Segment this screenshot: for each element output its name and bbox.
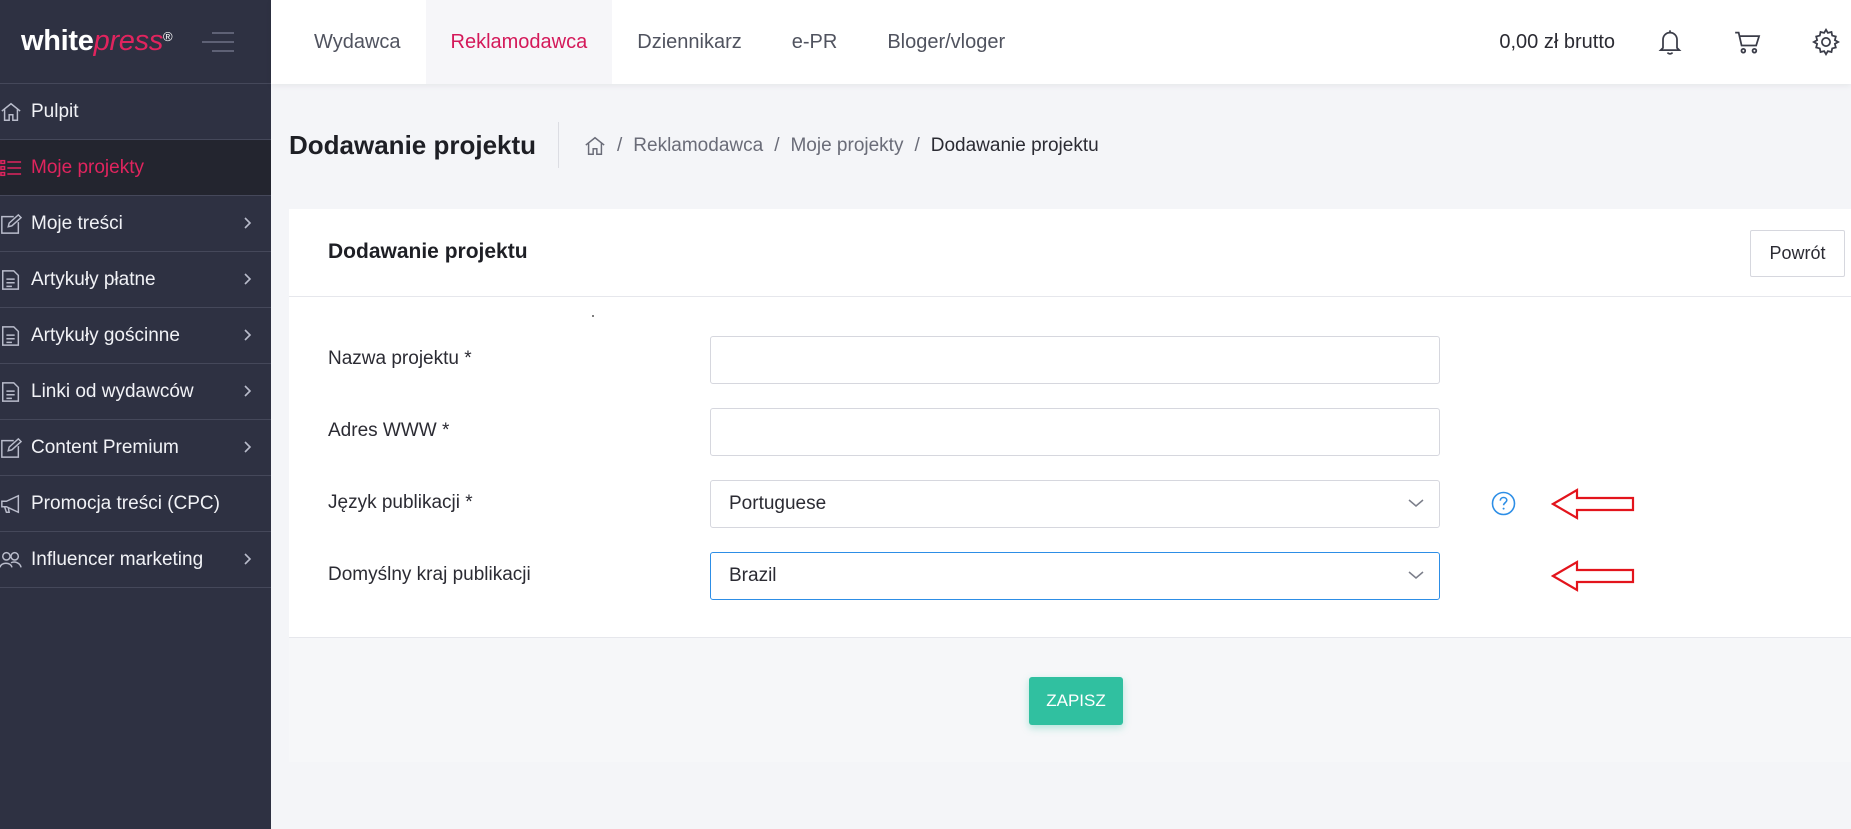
sidebar-item-label: Promocja treści (CPC) — [31, 492, 220, 514]
home-icon[interactable] — [584, 135, 606, 157]
sidebar-item-moje-tresci[interactable]: Moje treści — [0, 196, 271, 252]
country-label: Domyślny kraj publikacji — [328, 564, 531, 585]
breadcrumb-item-reklamodawca[interactable]: Reklamodawca — [633, 135, 763, 157]
tab-reklamodawca[interactable]: Reklamodawca — [425, 0, 613, 84]
back-button[interactable]: Powrót — [1750, 230, 1845, 277]
bell-icon[interactable] — [1655, 27, 1685, 57]
list-icon — [0, 157, 30, 179]
form-row-website: Adres WWW * — [289, 408, 1851, 456]
project-form-card: Dodawanie projektu Powrót Nazwa projektu… — [289, 209, 1851, 762]
page-title: Dodawanie projektu — [289, 130, 537, 160]
country-select[interactable]: Brazil — [710, 552, 1440, 600]
form-row-language: Język publikacji * Portuguese — [289, 480, 1851, 528]
chevron-right-icon — [244, 553, 252, 565]
card-header: Dodawanie projektu Powrót — [289, 209, 1851, 297]
home-icon — [0, 101, 30, 123]
sidebar-item-label: Artykuły płatne — [31, 268, 156, 290]
annotation-arrow-icon — [1551, 560, 1635, 592]
chevron-right-icon — [244, 217, 252, 229]
megaphone-icon — [0, 493, 30, 515]
chevron-down-icon — [1408, 571, 1424, 579]
chevron-down-icon — [1408, 499, 1424, 507]
annotation-arrow-icon — [1551, 488, 1635, 520]
help-icon[interactable] — [1491, 491, 1516, 516]
sidebar-item-influencer-marketing[interactable]: Influencer marketing — [0, 532, 271, 588]
sidebar-item-artykuly-goscinne[interactable]: Artykuły gościnne — [0, 308, 271, 364]
sidebar-item-label: Content Premium — [31, 436, 179, 458]
card-title: Dodawanie projektu — [328, 240, 528, 263]
website-input[interactable] — [710, 408, 1440, 456]
logo[interactable]: whitepress® — [21, 25, 173, 58]
sidebar-item-promocja-tresci[interactable]: Promocja treści (CPC) — [0, 476, 271, 532]
top-right: 0,00 zł brutto — [1499, 0, 1851, 84]
top-bar: Wydawca Reklamodawca Dziennikarz e-PR Bl… — [271, 0, 1851, 84]
users-icon — [0, 549, 30, 571]
title-divider — [558, 122, 559, 168]
account-balance[interactable]: 0,00 zł brutto — [1499, 31, 1615, 54]
breadcrumb-item-moje-projekty[interactable]: Moje projekty — [790, 135, 903, 157]
country-select-value: Brazil — [729, 565, 777, 586]
breadcrumb: / Reklamodawca / Moje projekty / Dodawan… — [584, 135, 1099, 157]
save-button[interactable]: ZAPISZ — [1029, 677, 1123, 725]
project-name-input[interactable] — [710, 336, 1440, 384]
sidebar-item-linki-od-wydawcow[interactable]: Linki od wydawców — [0, 364, 271, 420]
language-select[interactable]: Portuguese — [710, 480, 1440, 528]
tab-dziennikarz[interactable]: Dziennikarz — [612, 0, 766, 84]
sidebar: whitepress® Pulpit Moje projekty Moje tr… — [0, 0, 271, 829]
breadcrumb-item-current: Dodawanie projektu — [930, 135, 1099, 156]
website-label: Adres WWW * — [328, 420, 450, 441]
logo-bar: whitepress® — [0, 0, 271, 84]
sidebar-item-pulpit[interactable]: Pulpit — [0, 84, 271, 140]
sidebar-item-label: Pulpit — [31, 100, 79, 122]
top-nav: Wydawca Reklamodawca Dziennikarz e-PR Bl… — [271, 0, 1030, 84]
sidebar-item-artykuly-platne[interactable]: Artykuły płatne — [0, 252, 271, 308]
tab-bloger-vloger[interactable]: Bloger/vloger — [862, 0, 1030, 84]
form-row-project-name: Nazwa projektu * — [289, 336, 1851, 384]
sidebar-item-label: Linki od wydawców — [31, 380, 194, 402]
chevron-right-icon — [244, 329, 252, 341]
language-label: Język publikacji * — [328, 492, 473, 513]
sidebar-item-label: Artykuły gościnne — [31, 324, 180, 346]
document-icon — [0, 269, 30, 291]
document-icon — [0, 325, 30, 347]
sidebar-item-label: Influencer marketing — [31, 548, 204, 570]
form-row-country: Domyślny kraj publikacji Brazil — [289, 552, 1851, 600]
gear-icon[interactable] — [1811, 27, 1841, 57]
edit-icon — [0, 213, 30, 235]
sidebar-item-label: Moje treści — [31, 212, 123, 234]
project-name-label: Nazwa projektu * — [328, 348, 472, 369]
menu-toggle-icon[interactable] — [202, 32, 234, 52]
tab-wydawca[interactable]: Wydawca — [271, 0, 426, 84]
chevron-right-icon — [244, 385, 252, 397]
language-select-value: Portuguese — [729, 493, 827, 514]
sidebar-item-content-premium[interactable]: Content Premium — [0, 420, 271, 476]
document-icon — [0, 381, 30, 403]
tab-e-pr[interactable]: e-PR — [767, 0, 863, 84]
chevron-right-icon — [244, 273, 252, 285]
edit-icon — [0, 437, 30, 459]
sidebar-item-label: Moje projekty — [31, 156, 144, 178]
sidebar-item-moje-projekty[interactable]: Moje projekty — [0, 140, 271, 196]
card-footer: ZAPISZ — [289, 637, 1851, 762]
cart-icon[interactable] — [1733, 27, 1763, 57]
chevron-right-icon — [244, 441, 252, 453]
stray-dot — [592, 315, 594, 317]
